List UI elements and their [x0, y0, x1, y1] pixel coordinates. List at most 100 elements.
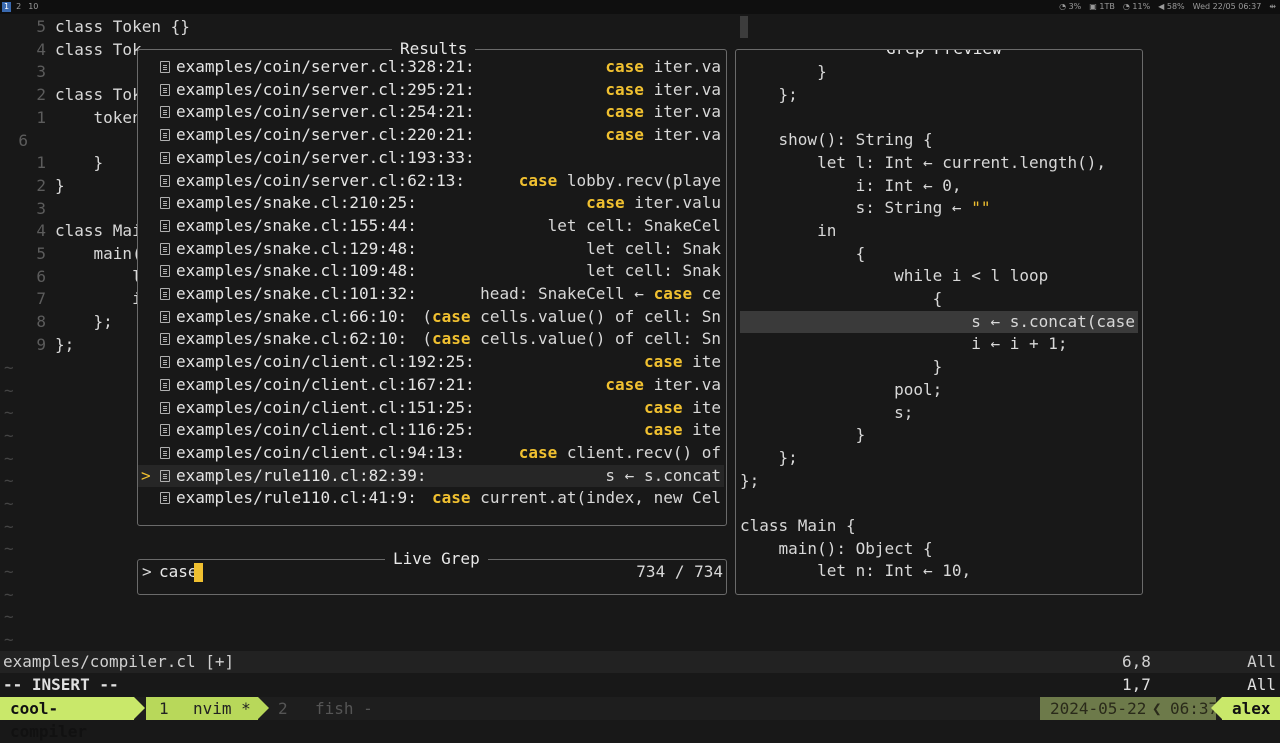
code-line: i: [55, 289, 142, 308]
result-row[interactable]: examples/rule110.cl:41:9: case current.at…: [138, 487, 724, 509]
result-row[interactable]: examples/coin/client.cl:192:25: case ite: [138, 351, 724, 373]
result-path: examples/snake.cl:62:10:: [176, 329, 408, 349]
result-row[interactable]: examples/coin/server.cl:193:33:: [138, 147, 724, 169]
preview-line: };: [740, 84, 1138, 106]
result-row[interactable]: examples/coin/client.cl:116:25: case ite: [138, 419, 724, 441]
result-row[interactable]: examples/snake.cl:66:10: (case cells.valu…: [138, 306, 724, 328]
result-row[interactable]: examples/snake.cl:101:32: head: SnakeCell…: [138, 283, 724, 305]
statusline-position: 6,8: [1122, 652, 1151, 671]
preview-text: ite: [682, 420, 721, 440]
preview-text: cells.value() of cell: Sn: [470, 306, 721, 326]
result-row[interactable]: examples/snake.cl:62:10: (case cells.valu…: [138, 328, 724, 350]
empty-line-marker: ~: [4, 358, 14, 377]
result-row[interactable]: examples/coin/client.cl:94:13: case clien…: [138, 442, 724, 464]
result-path: examples/coin/server.cl:328:21:: [176, 57, 475, 76]
result-row[interactable]: examples/coin/server.cl:220:21: case iter…: [138, 124, 724, 146]
result-row[interactable]: examples/coin/server.cl:254:21: case iter…: [138, 101, 724, 123]
volume-indicator: ◀ 58%: [1158, 2, 1185, 11]
preview-line: [740, 106, 1138, 128]
line-number: 6: [36, 267, 46, 286]
preview-text: current.at(index, new Cel: [470, 488, 721, 508]
tmux-time: ❮ 06:37: [1148, 697, 1218, 720]
result-preview: case ite: [644, 397, 721, 419]
search-input[interactable]: case: [159, 560, 198, 584]
result-path: examples/snake.cl:210:25:: [176, 193, 417, 213]
empty-line-marker: ~: [4, 449, 14, 468]
preview-line: s: String ← "": [740, 197, 1138, 219]
preview-line: [740, 492, 1138, 514]
result-preview: (case cells.value() of cell: Sn: [422, 306, 721, 328]
match-keyword: case: [605, 57, 644, 76]
preview-line: pool;: [740, 379, 1138, 401]
workspace-1[interactable]: 1: [2, 2, 12, 12]
code-line: l: [55, 267, 142, 286]
code-line: class Mai: [55, 221, 142, 240]
result-row[interactable]: examples/snake.cl:155:44: let cell: Snake…: [138, 215, 724, 237]
grep-preview-title: Grep Preview: [878, 50, 1010, 60]
empty-line-marker: ~: [4, 381, 14, 400]
result-row[interactable]: examples/snake.cl:129:48: let cell: Snak: [138, 238, 724, 260]
result-row[interactable]: > examples/rule110.cl:82:39: s ← s.concat: [138, 464, 724, 487]
result-row[interactable]: examples/snake.cl:109:48: let cell: Snak: [138, 260, 724, 282]
result-path: examples/rule110.cl:82:39:: [176, 465, 427, 485]
code-line: class Tok: [55, 85, 142, 104]
file-icon: [160, 197, 170, 210]
code-line: class Token {}: [55, 17, 190, 36]
empty-line-marker: ~: [4, 630, 14, 649]
result-row[interactable]: examples/snake.cl:210:25: case iter.valu: [138, 192, 724, 214]
preview-text: iter.va: [643, 79, 721, 99]
clock: Wed 22/05 06:37: [1192, 2, 1262, 11]
result-preview: case iter.va: [605, 124, 721, 146]
match-keyword: case: [518, 170, 558, 190]
result-row[interactable]: examples/coin/client.cl:167:21: case iter…: [138, 374, 724, 396]
result-path: examples/coin/server.cl:62:13:: [176, 170, 465, 190]
workspace-2[interactable]: 2: [14, 2, 23, 12]
result-row[interactable]: examples/coin/client.cl:151:25: case ite: [138, 397, 724, 419]
line-number: 2: [36, 176, 46, 195]
line-number: 3: [36, 199, 46, 218]
line-number: 4: [36, 40, 46, 59]
results-panel: Results examples/coin/server.cl:328:21: c…: [137, 38, 727, 526]
result-row[interactable]: examples/coin/server.cl:62:13: case lobby…: [138, 170, 724, 192]
file-icon: [160, 174, 170, 187]
preview-code: }: [740, 62, 827, 81]
result-preview: case iter.va: [605, 374, 721, 396]
result-path: examples/coin/server.cl:295:21:: [176, 79, 475, 99]
preview-code: in: [740, 220, 837, 240]
tmux-session[interactable]: cool-compiler: [0, 697, 145, 741]
match-keyword: case: [605, 102, 644, 122]
tmux-window-1[interactable]: 1 nvim *: [146, 697, 269, 720]
tmux-window-2[interactable]: 2 fish -: [268, 697, 376, 720]
layout-icon[interactable]: ⇹: [1269, 2, 1276, 12]
preview-text: cells.value() of cell: Sn: [470, 329, 721, 349]
file-icon: [160, 151, 170, 164]
match-keyword: case: [605, 125, 644, 145]
result-preview: (case cells.value() of cell: Sn: [422, 328, 721, 350]
line-number: 7: [36, 289, 46, 308]
preview-line: };: [740, 470, 1138, 492]
preview-match-line: s ← s.concat(case cur: [740, 310, 1138, 333]
match-keyword: case: [432, 488, 471, 508]
preview-line: let l: Int ← current.length(),: [740, 152, 1138, 174]
disk-indicator: ▣ 1TB: [1089, 2, 1115, 11]
result-row[interactable]: examples/coin/server.cl:328:21: case iter…: [138, 56, 724, 78]
match-count: 734 / 734: [636, 562, 723, 581]
result-preview: head: SnakeCell ← case ce: [480, 283, 721, 305]
preview-code: s: String ←: [740, 198, 972, 218]
preview-line: }: [740, 424, 1138, 446]
result-preview: case iter.valu: [586, 192, 721, 214]
match-keyword: case: [432, 306, 471, 326]
file-icon: [160, 401, 170, 414]
memory-indicator: ◔ 11%: [1122, 2, 1151, 11]
result-row[interactable]: examples/coin/server.cl:295:21: case iter…: [138, 79, 724, 101]
cpu-indicator: ◔ 3%: [1059, 2, 1082, 11]
code-line: }: [55, 153, 104, 172]
file-icon: [160, 446, 170, 459]
line-number: 3: [36, 62, 46, 81]
workspace-10[interactable]: 10: [26, 2, 40, 12]
result-path: examples/rule110.cl:41:9:: [176, 488, 417, 508]
empty-line-marker: ~: [4, 494, 14, 513]
match-keyword: case: [605, 374, 644, 394]
preview-text: iter.va: [643, 374, 721, 394]
live-grep-title: Live Grep: [385, 548, 488, 570]
